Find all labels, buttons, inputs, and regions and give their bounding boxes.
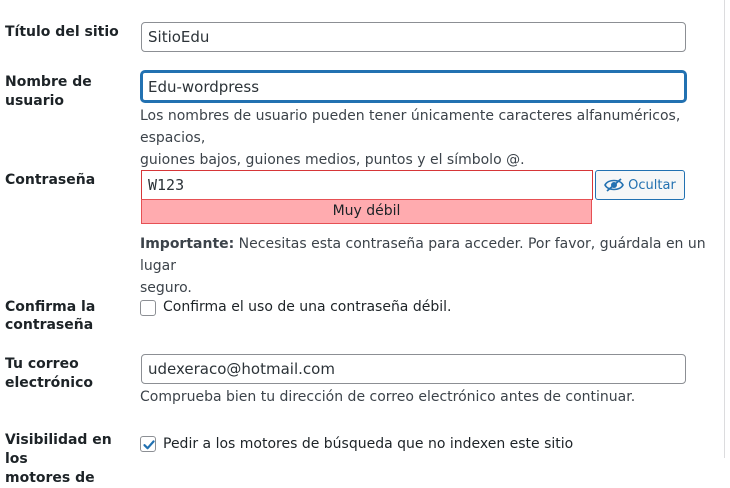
password-important-note: Importante: Necesitas esta contraseña pa…: [140, 233, 730, 299]
password-value: W123: [148, 176, 185, 194]
search-visibility-label-line1: Visibilidad en los: [5, 432, 112, 467]
confirm-weak-password-label: Confirma el uso de una contraseña débil.: [163, 299, 452, 315]
email-label-line1: Tu correo: [5, 356, 79, 372]
email-input[interactable]: udexeraco@hotmail.com: [141, 354, 686, 384]
site-title-value: SitioEdu: [148, 28, 210, 46]
site-title-input[interactable]: SitioEdu: [141, 22, 686, 52]
username-label: Nombre de usuario: [5, 74, 92, 109]
password-input[interactable]: W123: [141, 170, 593, 200]
confirm-password-label: Confirma la contraseña: [5, 298, 130, 334]
confirm-password-label-line2: contraseña: [5, 317, 94, 333]
email-label: Tu correo electrónico: [5, 355, 130, 393]
hide-password-button[interactable]: Ocultar: [595, 170, 685, 200]
confirm-weak-password-checkbox[interactable]: [140, 300, 156, 316]
username-input[interactable]: Edu-wordpress: [141, 71, 686, 102]
username-description-line1: Los nombres de usuario pueden tener únic…: [140, 108, 681, 146]
important-text-line2: seguro.: [140, 280, 192, 296]
right-divider: [724, 0, 725, 458]
checkmark-icon: [143, 440, 155, 450]
discourage-search-label: Pedir a los motores de búsqueda que no i…: [163, 436, 574, 452]
username-description: Los nombres de usuario pueden tener únic…: [140, 105, 730, 171]
username-description-line2: guiones bajos, guiones medios, puntos y …: [140, 152, 525, 168]
search-visibility-label-line2: motores de: [5, 470, 95, 486]
email-description: Comprueba bien tu dirección de correo el…: [140, 389, 636, 405]
email-value: udexeraco@hotmail.com: [148, 360, 335, 378]
discourage-search-checkbox[interactable]: [140, 436, 156, 452]
confirm-password-label-line1: Confirma la: [5, 299, 96, 315]
username-value: Edu-wordpress: [148, 77, 260, 96]
password-strength-meter: Muy débil: [141, 199, 592, 224]
search-visibility-label: Visibilidad en los motores de: [5, 431, 135, 488]
eye-slash-icon: [604, 177, 625, 193]
site-title-label: Título del sitio: [5, 24, 119, 40]
hide-password-label: Ocultar: [628, 177, 676, 193]
important-prefix: Importante:: [140, 236, 235, 252]
password-label: Contraseña: [5, 172, 96, 188]
email-label-line2: electrónico: [5, 375, 93, 391]
